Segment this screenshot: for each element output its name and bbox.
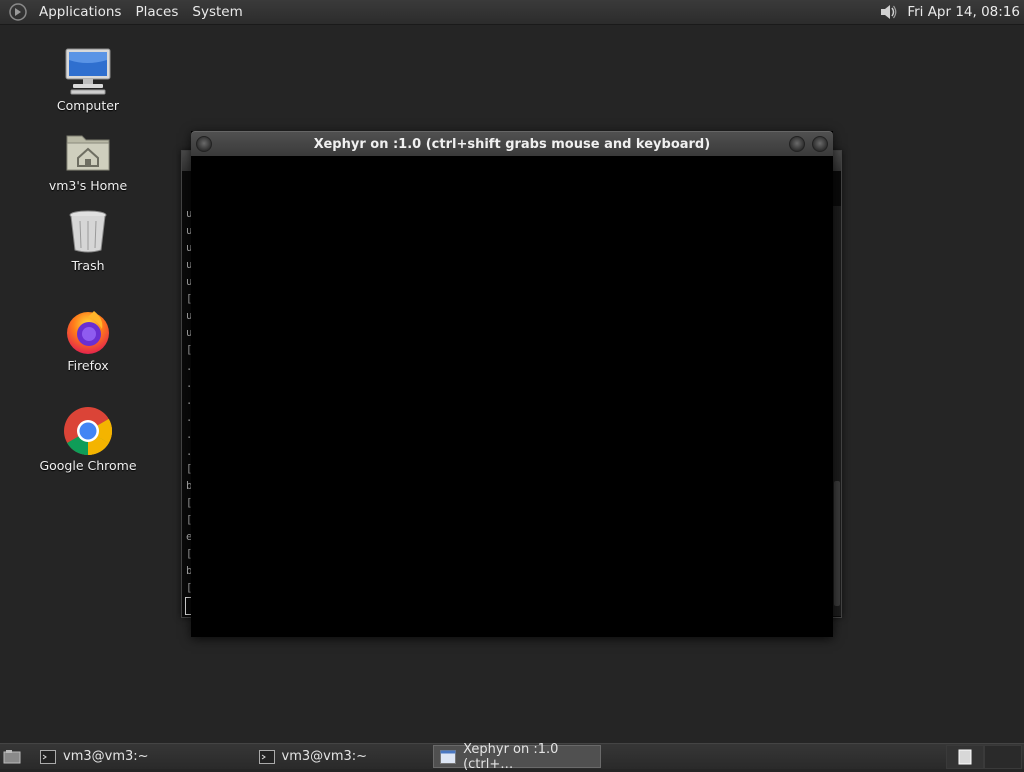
taskbar-item-label: vm3@vm3:~: [63, 749, 149, 764]
menu-applications[interactable]: Applications: [32, 4, 128, 20]
taskbar-item-terminal-2[interactable]: vm3@vm3:~: [253, 745, 374, 768]
desktop-icon-label: Computer: [56, 98, 120, 113]
menu-system[interactable]: System: [185, 4, 249, 20]
workspace-1[interactable]: [946, 744, 984, 769]
taskbar-item-label: vm3@vm3:~: [281, 749, 368, 764]
xephyr-display[interactable]: [192, 156, 832, 636]
taskbar-item-terminal-1[interactable]: vm3@vm3:~: [34, 745, 155, 768]
clock[interactable]: Fri Apr 14, 08:16: [907, 4, 1024, 20]
window-title: Xephyr on :1.0 (ctrl+shift grabs mouse a…: [313, 136, 711, 152]
volume-icon[interactable]: [877, 1, 899, 23]
window-icon: [440, 749, 457, 764]
desktop-icon-label: Trash: [71, 258, 105, 273]
firefox-icon: [62, 305, 114, 357]
show-desktop-icon[interactable]: [2, 748, 22, 766]
desktop-icon-trash[interactable]: Trash: [33, 205, 143, 273]
desktop-icon-label: Google Chrome: [39, 458, 137, 473]
menu-places[interactable]: Places: [128, 4, 185, 20]
desktop-icon-computer[interactable]: Computer: [33, 45, 143, 113]
taskbar-item-xephyr[interactable]: Xephyr on :1.0 (ctrl+…: [433, 742, 602, 772]
xephyr-window[interactable]: Xephyr on :1.0 (ctrl+shift grabs mouse a…: [191, 131, 833, 637]
chrome-icon: [62, 405, 114, 457]
terminal-scrollbar-thumb[interactable]: [834, 481, 840, 606]
terminal-icon: [258, 749, 275, 764]
gnome-foot-icon[interactable]: [8, 2, 28, 22]
trash-icon: [62, 205, 114, 257]
desktop-icon-chrome[interactable]: Google Chrome: [33, 405, 143, 473]
desktop-icon-firefox[interactable]: Firefox: [33, 305, 143, 373]
close-icon[interactable]: [812, 136, 828, 152]
terminal-icon: [40, 749, 56, 764]
workspace-2[interactable]: [984, 744, 1022, 769]
minimize-icon[interactable]: [789, 136, 805, 152]
computer-icon: [62, 45, 114, 97]
top-panel: Applications Places System Fri Apr 14, 0…: [0, 0, 1024, 25]
home-folder-icon: [62, 125, 114, 177]
taskbar-item-label: Xephyr on :1.0 (ctrl+…: [463, 741, 559, 772]
window-titlebar[interactable]: Xephyr on :1.0 (ctrl+shift grabs mouse a…: [191, 131, 833, 156]
window-menu-icon[interactable]: [196, 136, 212, 152]
workspace-switcher[interactable]: [946, 744, 1022, 769]
desktop-icon-label: vm3's Home: [48, 178, 128, 193]
bottom-panel: vm3@vm3:~ vm3@vm3:~ Xephyr on :1.0 (ctrl…: [0, 742, 1024, 772]
desktop-icon-label: Firefox: [67, 358, 109, 373]
desktop-icon-home[interactable]: vm3's Home: [33, 125, 143, 193]
